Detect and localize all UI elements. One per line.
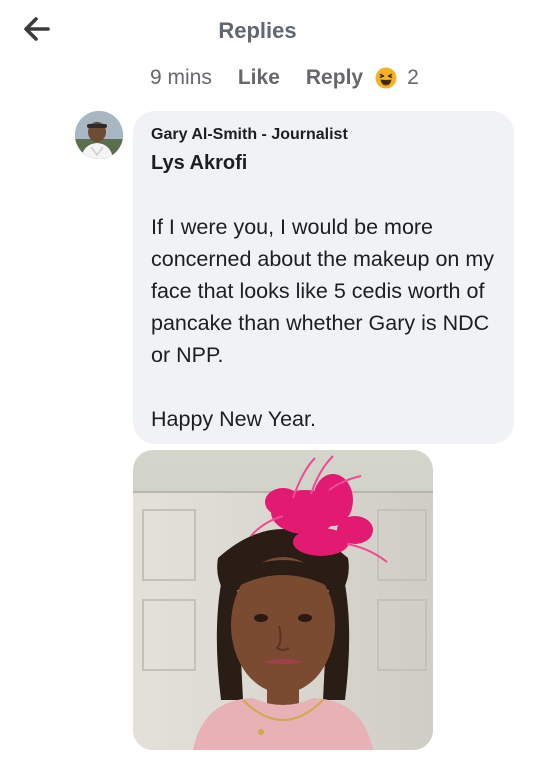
reply-meta-row: 9 mins Like Reply 2 bbox=[150, 63, 419, 93]
timestamp: 9 mins bbox=[150, 66, 212, 89]
avatar[interactable] bbox=[75, 111, 123, 159]
reaction-count[interactable]: 2 bbox=[407, 66, 419, 90]
attached-photo[interactable] bbox=[133, 450, 433, 750]
comment-text: If I were you, I would be more concerned… bbox=[151, 211, 506, 435]
author-name[interactable]: Gary Al-Smith - Journalist bbox=[151, 126, 348, 144]
comment-paragraph: Happy New Year. bbox=[151, 407, 316, 431]
haha-reaction-icon[interactable] bbox=[375, 67, 397, 89]
comment-paragraph: If I were you, I would be more concerned… bbox=[151, 215, 495, 367]
page-title: Replies bbox=[218, 18, 297, 43]
reply-button[interactable]: Reply bbox=[306, 66, 363, 90]
tagged-user[interactable]: Lys Akrofi bbox=[151, 152, 247, 175]
top-bar: Replies bbox=[0, 0, 540, 64]
comment-bubble[interactable]: Gary Al-Smith - Journalist Lys Akrofi If… bbox=[133, 111, 514, 444]
like-button[interactable]: Like bbox=[238, 66, 280, 90]
